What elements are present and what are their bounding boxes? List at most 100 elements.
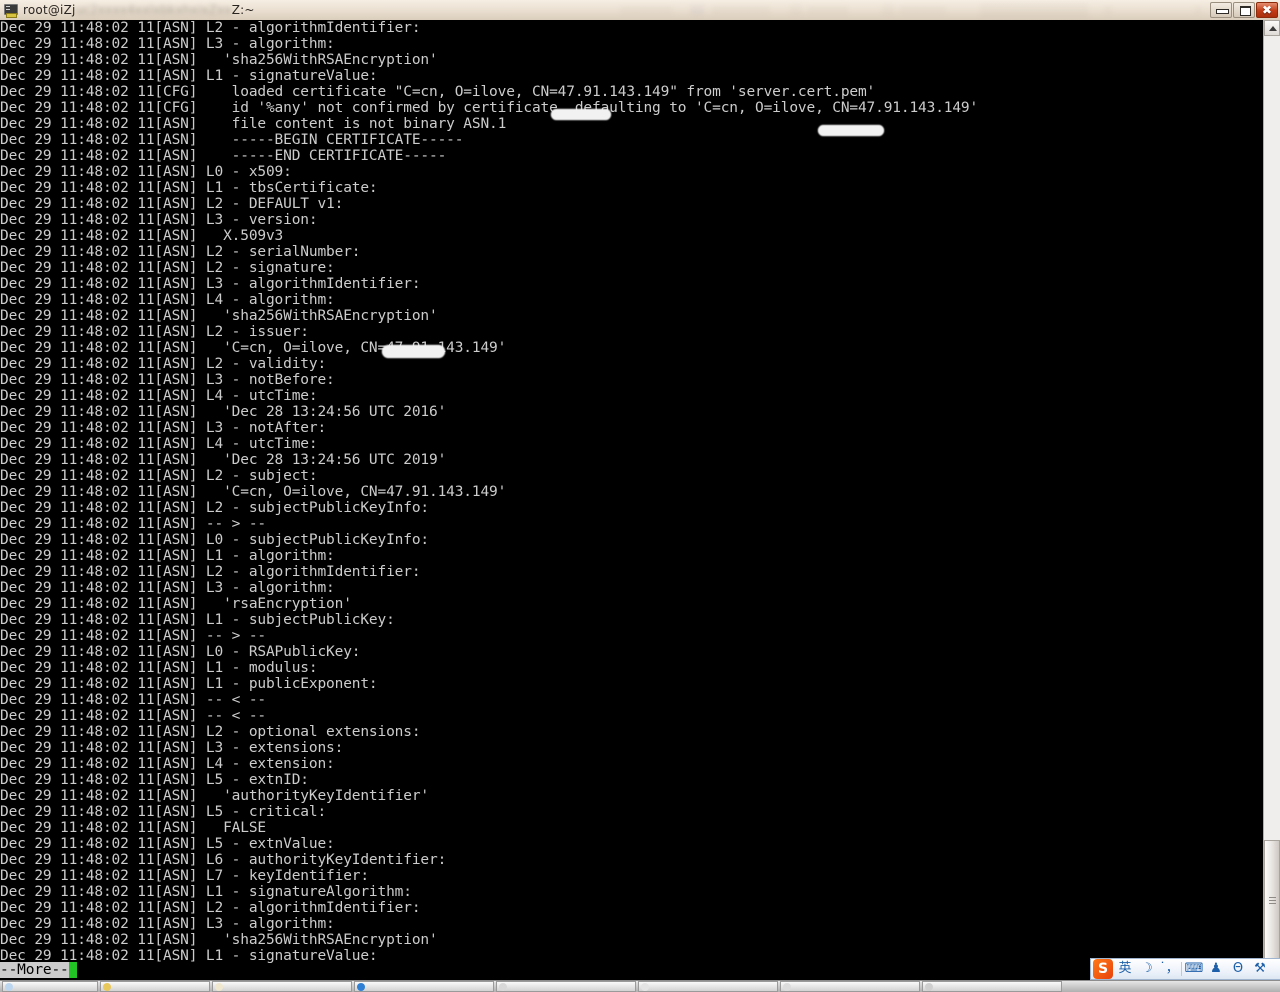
terminal-line: Dec 29 11:48:02 11[ASN] L3 - extensions: <box>0 740 344 756</box>
window-title-prefix: root@iZj <box>23 3 76 17</box>
taskbar-item-2[interactable] <box>100 981 210 992</box>
terminal-line: Dec 29 11:48:02 11[ASN] L3 - algorithm: <box>0 36 335 52</box>
close-icon: ✖ <box>1261 3 1273 17</box>
terminal-line: Dec 29 11:48:02 11[ASN] L3 - algorithm: <box>0 580 335 596</box>
terminal-line: Dec 29 11:48:02 11[ASN] L1 - modulus: <box>0 660 318 676</box>
terminal-line: Dec 29 11:48:02 11[ASN] 'Dec 28 13:24:56… <box>0 404 447 420</box>
terminal-line: Dec 29 11:48:02 11[ASN] L0 - RSAPublicKe… <box>0 644 361 660</box>
taskbar-item-icon <box>5 983 13 991</box>
sogou-logo-icon[interactable]: S <box>1093 959 1113 979</box>
terminal-console[interactable]: Dec 29 11:48:02 11[ASN] L2 - algorithmId… <box>0 20 1263 978</box>
redaction-mark-2 <box>818 125 884 136</box>
terminal-line: Dec 29 11:48:02 11[ASN] L4 - utcTime: <box>0 388 318 404</box>
screen-root: root@iZjuc2xxxx4xxlxbkxhxixZxxZ:~ ✖ Dec … <box>0 0 1280 992</box>
terminal-line: Dec 29 11:48:02 11[ASN] L5 - critical: <box>0 804 327 820</box>
terminal-line: Dec 29 11:48:02 11[ASN] L2 - validity: <box>0 356 327 372</box>
taskbar-item-icon <box>783 983 791 991</box>
terminal-line: Dec 29 11:48:02 11[ASN] L3 - notBefore: <box>0 372 335 388</box>
taskbar-item-4[interactable] <box>354 981 494 992</box>
terminal-icon <box>3 2 19 18</box>
more-prompt: --More-- <box>0 962 78 978</box>
taskbar-item-5[interactable] <box>496 981 636 992</box>
window-title-redacted: uc2xxxx4xxlxbkxhxixZxx <box>75 3 232 17</box>
ime-skin-icon[interactable]: Θ <box>1228 959 1248 979</box>
window-title-suffix: Z:~ <box>231 3 255 17</box>
terminal-line: Dec 29 11:48:02 11[ASN] L6 - authorityKe… <box>0 852 447 868</box>
terminal-line: Dec 29 11:48:02 11[ASN] -- < -- <box>0 692 266 708</box>
taskbar-item-6[interactable] <box>638 981 778 992</box>
terminal-line: Dec 29 11:48:02 11[ASN] L2 - algorithmId… <box>0 900 421 916</box>
window-controls: ✖ <box>1210 2 1278 18</box>
ime-toolbox-icon[interactable]: ⚒ <box>1250 959 1270 979</box>
scroll-thumb[interactable] <box>1264 840 1280 960</box>
scroll-track-upper[interactable] <box>1264 36 1280 840</box>
terminal-line: Dec 29 11:48:02 11[ASN] 'C=cn, O=ilove, … <box>0 340 507 356</box>
ime-soft-keyboard-icon[interactable]: ⌨ <box>1184 959 1204 979</box>
terminal-line: Dec 29 11:48:02 11[ASN] L4 - algorithm: <box>0 292 335 308</box>
terminal-line: Dec 29 11:48:02 11[ASN] 'Dec 28 13:24:56… <box>0 452 447 468</box>
terminal-line: Dec 29 11:48:02 11[ASN] L3 - algorithmId… <box>0 276 421 292</box>
terminal-line: Dec 29 11:48:02 11[ASN] -- > -- <box>0 628 266 644</box>
scroll-up-button[interactable] <box>1264 20 1280 36</box>
terminal-line: Dec 29 11:48:02 11[ASN] L5 - extnValue: <box>0 836 335 852</box>
vertical-scrollbar[interactable] <box>1263 20 1280 978</box>
taskbar-item-icon <box>103 983 111 991</box>
terminal-line: Dec 29 11:48:02 11[ASN] 'C=cn, O=ilove, … <box>0 484 507 500</box>
ime-toolbar[interactable]: S 英 ☽ ˙， ⌨ ♟ Θ ⚒ <box>1090 958 1280 980</box>
ime-user-icon[interactable]: ♟ <box>1206 959 1226 979</box>
os-taskbar[interactable] <box>0 980 1280 992</box>
redaction-mark-1 <box>551 109 611 120</box>
terminal-line: Dec 29 11:48:02 11[ASN] L1 - subjectPubl… <box>0 612 395 628</box>
terminal-line: Dec 29 11:48:02 11[ASN] L5 - extnID: <box>0 772 309 788</box>
terminal-line: Dec 29 11:48:02 11[ASN] L0 - x509: <box>0 164 292 180</box>
close-button[interactable]: ✖ <box>1256 2 1278 18</box>
scroll-thumb-grip-icon <box>1269 897 1276 904</box>
more-prompt-label: --More-- <box>0 962 69 978</box>
terminal-line: Dec 29 11:48:02 11[ASN] L1 - publicExpon… <box>0 676 378 692</box>
taskbar-item-icon <box>215 983 223 991</box>
ime-punctuation-icon[interactable]: ˙， <box>1159 959 1179 979</box>
terminal-line: Dec 29 11:48:02 11[ASN] L1 - signatureVa… <box>0 68 378 84</box>
taskbar-item-7[interactable] <box>780 981 920 992</box>
terminal-window: root@iZjuc2xxxx4xxlxbkxhxixZxxZ:~ ✖ Dec … <box>0 0 1280 978</box>
terminal-line: Dec 29 11:48:02 11[ASN] L2 - subjectPubl… <box>0 500 429 516</box>
window-title: root@iZjuc2xxxx4xxlxbkxhxixZxxZ:~ <box>23 3 255 17</box>
maximize-button[interactable] <box>1233 2 1255 18</box>
terminal-line: Dec 29 11:48:02 11[ASN] L3 - notAfter: <box>0 420 327 436</box>
ime-mode-english[interactable]: 英 <box>1115 959 1135 979</box>
terminal-line: Dec 29 11:48:02 11[ASN] 'authorityKeyIde… <box>0 788 429 804</box>
taskbar-item-8[interactable] <box>922 981 1062 992</box>
terminal-line: Dec 29 11:48:02 11[ASN] -- < -- <box>0 708 266 724</box>
redaction-mark-3 <box>382 345 445 358</box>
scroll-up-arrow-icon <box>1269 26 1277 31</box>
terminal-line: Dec 29 11:48:02 11[CFG] loaded certifica… <box>0 84 876 100</box>
taskbar-item-icon <box>357 983 365 991</box>
terminal-line: Dec 29 11:48:02 11[ASN] L1 - algorithm: <box>0 548 335 564</box>
ime-separator <box>1181 962 1182 976</box>
terminal-line: Dec 29 11:48:02 11[ASN] L4 - utcTime: <box>0 436 318 452</box>
terminal-line: Dec 29 11:48:02 11[ASN] L1 - signatureVa… <box>0 948 378 964</box>
terminal-line: Dec 29 11:48:02 11[ASN] L2 - algorithmId… <box>0 564 421 580</box>
terminal-line: Dec 29 11:48:02 11[ASN] L0 - subjectPubl… <box>0 532 429 548</box>
terminal-line: Dec 29 11:48:02 11[ASN] L3 - version: <box>0 212 318 228</box>
terminal-line: Dec 29 11:48:02 11[ASN] -----END CERTIFI… <box>0 148 447 164</box>
terminal-output: Dec 29 11:48:02 11[ASN] L2 - algorithmId… <box>0 20 978 964</box>
terminal-line: Dec 29 11:48:02 11[ASN] L2 - serialNumbe… <box>0 244 361 260</box>
terminal-line: Dec 29 11:48:02 11[ASN] L4 - extension: <box>0 756 335 772</box>
terminal-line: Dec 29 11:48:02 11[ASN] L2 - signature: <box>0 260 335 276</box>
taskbar-item-icon <box>641 983 649 991</box>
terminal-line: Dec 29 11:48:02 11[ASN] L1 - signatureAl… <box>0 884 412 900</box>
taskbar-item-1[interactable] <box>2 981 98 992</box>
window-titlebar[interactable]: root@iZjuc2xxxx4xxlxbkxhxixZxxZ:~ ✖ <box>0 0 1280 20</box>
terminal-line: Dec 29 11:48:02 11[ASN] 'sha256WithRSAEn… <box>0 932 438 948</box>
terminal-line: Dec 29 11:48:02 11[ASN] L2 - issuer: <box>0 324 309 340</box>
ime-moon-icon[interactable]: ☽ <box>1137 959 1157 979</box>
terminal-line: Dec 29 11:48:02 11[ASN] L1 - tbsCertific… <box>0 180 378 196</box>
terminal-line: Dec 29 11:48:02 11[ASN] L2 - optional ex… <box>0 724 421 740</box>
terminal-line: Dec 29 11:48:02 11[CFG] id '%any' not co… <box>0 100 979 116</box>
taskbar-item-3[interactable] <box>212 981 352 992</box>
terminal-line: Dec 29 11:48:02 11[ASN] 'sha256WithRSAEn… <box>0 308 438 324</box>
taskbar-item-icon <box>499 983 507 991</box>
cursor-block <box>68 962 78 978</box>
minimize-button[interactable] <box>1210 2 1232 18</box>
